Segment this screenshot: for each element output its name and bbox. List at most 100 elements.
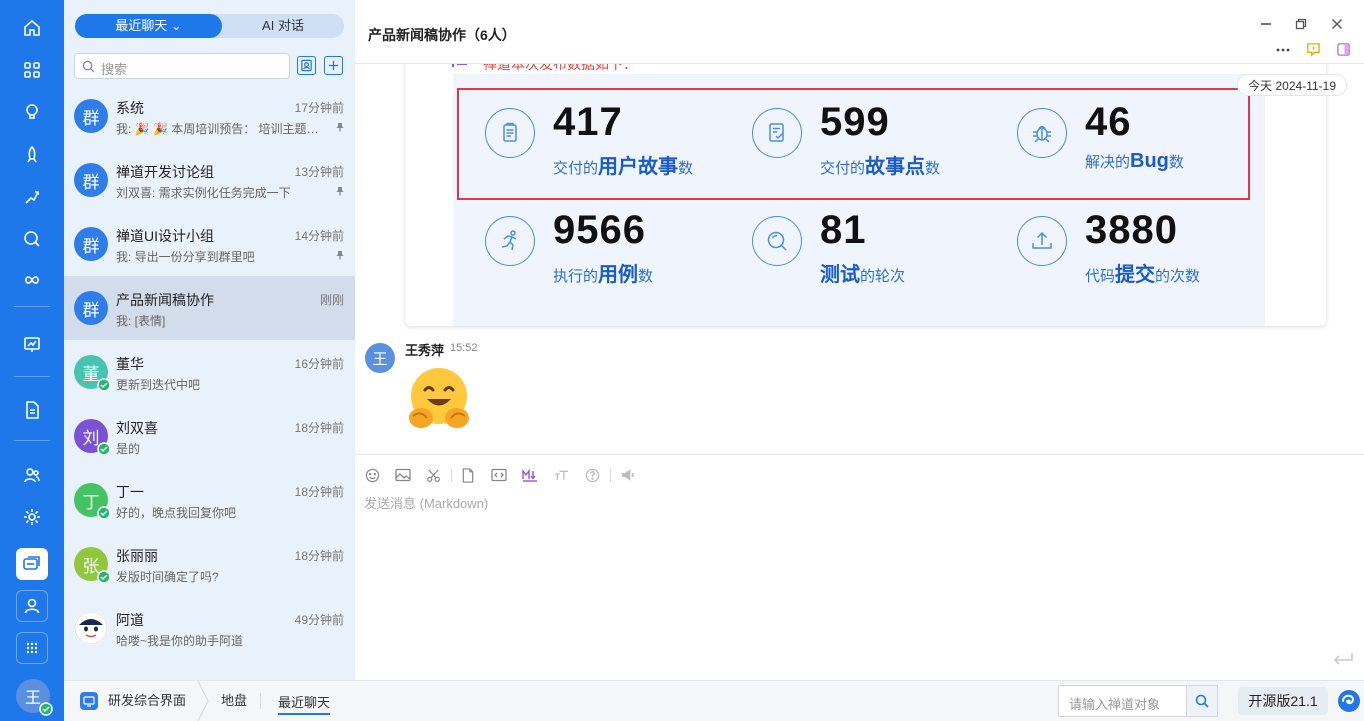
code-icon [491, 468, 507, 482]
contacts-button[interactable] [297, 56, 316, 75]
minimize-icon [1261, 23, 1271, 25]
more-options-button[interactable] [1275, 41, 1291, 57]
online-check-icon [97, 442, 111, 456]
user-profile-icon[interactable] [16, 590, 48, 622]
stat-number: 599 [820, 100, 890, 144]
code-button[interactable] [491, 467, 507, 483]
minimize-button[interactable] [1258, 16, 1274, 32]
file-button[interactable] [460, 467, 476, 483]
screenshot-button[interactable] [425, 467, 441, 483]
stat-label-prefix: 交付的 [820, 160, 866, 177]
stat-number: 46 [1085, 100, 1132, 144]
chat-preview: 刘双喜: 需求实例化任务完成一下 [116, 186, 291, 200]
plus-icon [328, 60, 339, 71]
chat-list-item[interactable]: 董董华 16分钟前 更新到迭代中吧 [64, 340, 355, 404]
tab-label: AI 对话 [262, 18, 304, 33]
text-format-button[interactable] [553, 467, 569, 483]
megaphone-icon [621, 469, 634, 481]
chat-name: 阿道 [116, 612, 144, 628]
sidebar-panel-icon [1336, 42, 1350, 56]
chat-header: 产品新闻稿协作（6人） [355, 0, 1364, 64]
more-apps-icon[interactable] [16, 632, 48, 664]
stat-label-strong: 故事点 [865, 156, 926, 178]
team-icon[interactable] [16, 459, 48, 491]
devops-infinity-icon[interactable] [16, 264, 48, 296]
runner-icon [501, 230, 517, 251]
pin-icon [336, 123, 344, 132]
release-stat: 9566 执行的用例数 [485, 208, 735, 286]
stat-icon-ring [1017, 216, 1067, 266]
breadcrumb-recent-chats[interactable]: 最近聊天 [278, 685, 331, 715]
tab-recent-chats[interactable]: 最近聊天 ⌄ [75, 14, 222, 38]
document-icon[interactable] [16, 394, 48, 426]
markdown-toggle-button[interactable] [522, 467, 538, 483]
message-list: 禅道本次发布数据如下： 417 交付的用户故事数 599 交付的故事点数 46 解决的Bu… [355, 64, 1364, 454]
chat-list-item[interactable]: 张张丽丽 18分钟前 发版时间确定了吗? [64, 532, 355, 596]
chat-list-item[interactable]: 群禅道开发讨论组 13分钟前 刘双喜: 需求实例化任务完成一下 [64, 148, 355, 212]
chat-time: 49分钟前 [294, 613, 344, 627]
chat-avatar: 董 [74, 355, 111, 392]
image-button[interactable] [395, 467, 411, 483]
chat-list-item[interactable]: 丁丁一 18分钟前 好的，晚点我回复你吧 [64, 468, 355, 532]
home-icon[interactable] [16, 12, 48, 44]
stat-label-prefix: 解决的 [1085, 154, 1131, 171]
chat-search-input[interactable]: 搜索 [74, 53, 290, 79]
release-stat: 46 解决的Bug数 [1017, 100, 1267, 176]
object-search-input[interactable]: 请输入禅道对象 [1058, 685, 1218, 717]
breadcrumb-rd-interface[interactable]: 研发综合界面 [108, 681, 186, 721]
sender-avatar[interactable]: 王 [365, 343, 395, 373]
object-search-button[interactable] [1186, 686, 1217, 716]
lightbulb-icon[interactable] [16, 96, 48, 128]
rail-divider [14, 376, 50, 377]
search-placeholder: 搜索 [101, 62, 128, 77]
close-button[interactable] [1329, 16, 1345, 32]
chat-list-item[interactable]: 群禅道UI设计小组 14分钟前 我: 导出一份分享到群里吧 [64, 212, 355, 276]
stat-label-suffix: 的轮次 [860, 268, 906, 285]
chat-name: 张丽丽 [116, 548, 158, 564]
avatar-initial: 王 [372, 350, 388, 368]
chat-list-item[interactable]: 刘刘双喜 18分钟前 是的 [64, 404, 355, 468]
chat-list-item[interactable]: 群系统 17分钟前 我: 🎉 🎉 本周培训预告： 培训主题：... [64, 84, 355, 148]
image-message-card[interactable]: 禅道本次发布数据如下： 417 交付的用户故事数 599 交付的故事点数 46 解决的Bu… [405, 64, 1326, 326]
chat-list-item[interactable]: 群产品新闻稿协作 刚刚 我: [表情] [64, 276, 355, 340]
help-button[interactable] [584, 467, 600, 483]
breadcrumb-dashboard[interactable]: 地盘 [221, 681, 247, 721]
sprint-icon[interactable] [16, 181, 48, 213]
chat-list-item[interactable]: 阿道 49分钟前 哈喽~我是你的助手阿道 [64, 596, 355, 660]
chat-name: 董华 [116, 356, 144, 372]
broadcast-button[interactable] [619, 467, 635, 483]
sidebar-toggle-button[interactable] [1335, 41, 1351, 57]
rail-divider [14, 440, 50, 441]
chat-icon[interactable] [16, 548, 48, 580]
chat-title: 产品新闻稿协作（6人） [368, 27, 516, 43]
send-button[interactable] [1332, 651, 1354, 670]
chat-time: 刚刚 [319, 293, 344, 307]
settings-gear-icon[interactable] [16, 501, 48, 533]
emoji-button[interactable] [364, 467, 380, 483]
search-icon [1195, 694, 1209, 708]
zentao-logo-icon[interactable] [1337, 689, 1361, 713]
chat-time: 13分钟前 [294, 165, 344, 179]
board-icon[interactable] [16, 329, 48, 361]
bottom-bar: 研发综合界面 地盘 最近聊天 请输入禅道对象 开源版21.1 [64, 680, 1364, 721]
chat-main: 产品新闻稿协作（6人） 禅道本次发布数据如下： 417 交付的用户故事数 599 交付… [355, 0, 1364, 680]
stat-label: 测试的轮次 [820, 258, 905, 287]
rocket-icon[interactable] [16, 139, 48, 171]
test-magnifier-icon[interactable] [16, 223, 48, 255]
new-chat-button[interactable] [324, 56, 343, 75]
message-input[interactable] [364, 493, 1324, 513]
apps-grid-icon[interactable] [16, 54, 48, 86]
stat-label-strong: 用例 [598, 264, 639, 286]
notice-button[interactable] [1305, 41, 1321, 57]
stat-label-suffix: 数 [925, 160, 941, 177]
version-badge[interactable]: 开源版21.1 [1238, 687, 1328, 715]
scissors-icon [426, 468, 440, 482]
current-user-avatar[interactable]: 王 [16, 679, 53, 716]
object-search-placeholder: 请输入禅道对象 [1069, 697, 1161, 712]
pin-icon [336, 187, 344, 196]
restore-button[interactable] [1293, 16, 1309, 32]
avatar-initial: 群 [82, 236, 100, 256]
online-check-icon [97, 570, 111, 584]
avatar-initial: 群 [82, 108, 100, 128]
tab-ai-chat[interactable]: AI 对话 [222, 14, 344, 38]
